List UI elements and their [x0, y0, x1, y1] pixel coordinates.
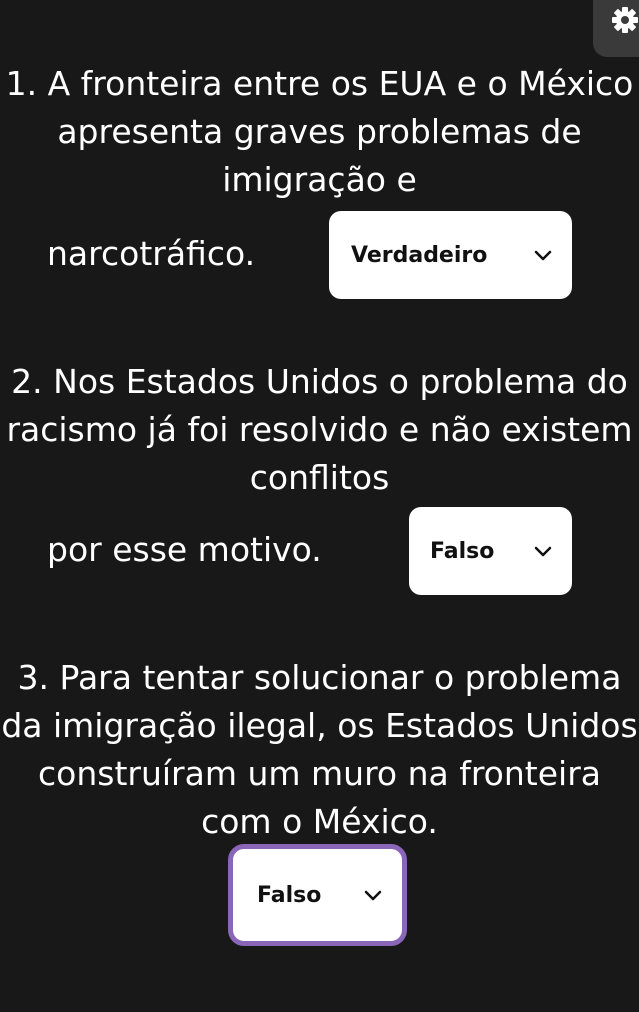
answer-select-3-value: Falso	[257, 882, 322, 908]
chevron-down-icon	[534, 546, 552, 557]
gear-icon	[612, 7, 638, 33]
question-3-text: 3. Para tentar solucionar o problema da …	[1, 658, 638, 841]
question-1-text: 1. A fronteira entre os EUA e o México a…	[5, 64, 634, 199]
answer-select-3[interactable]: Falso	[228, 844, 407, 946]
answer-select-1-value: Verdadeiro	[351, 242, 488, 268]
chevron-down-icon	[534, 250, 552, 261]
chevron-down-icon	[364, 890, 382, 901]
answer-select-2[interactable]: Falso	[409, 507, 572, 595]
settings-button[interactable]	[593, 0, 639, 57]
question-1-text-end: narcotráfico.	[47, 234, 256, 273]
answer-select-2-value: Falso	[430, 538, 495, 564]
answer-select-1[interactable]: Verdadeiro	[329, 211, 572, 299]
question-2-text-end: por esse motivo.	[47, 530, 322, 569]
question-2-text: 2. Nos Estados Unidos o problema do raci…	[6, 362, 633, 497]
